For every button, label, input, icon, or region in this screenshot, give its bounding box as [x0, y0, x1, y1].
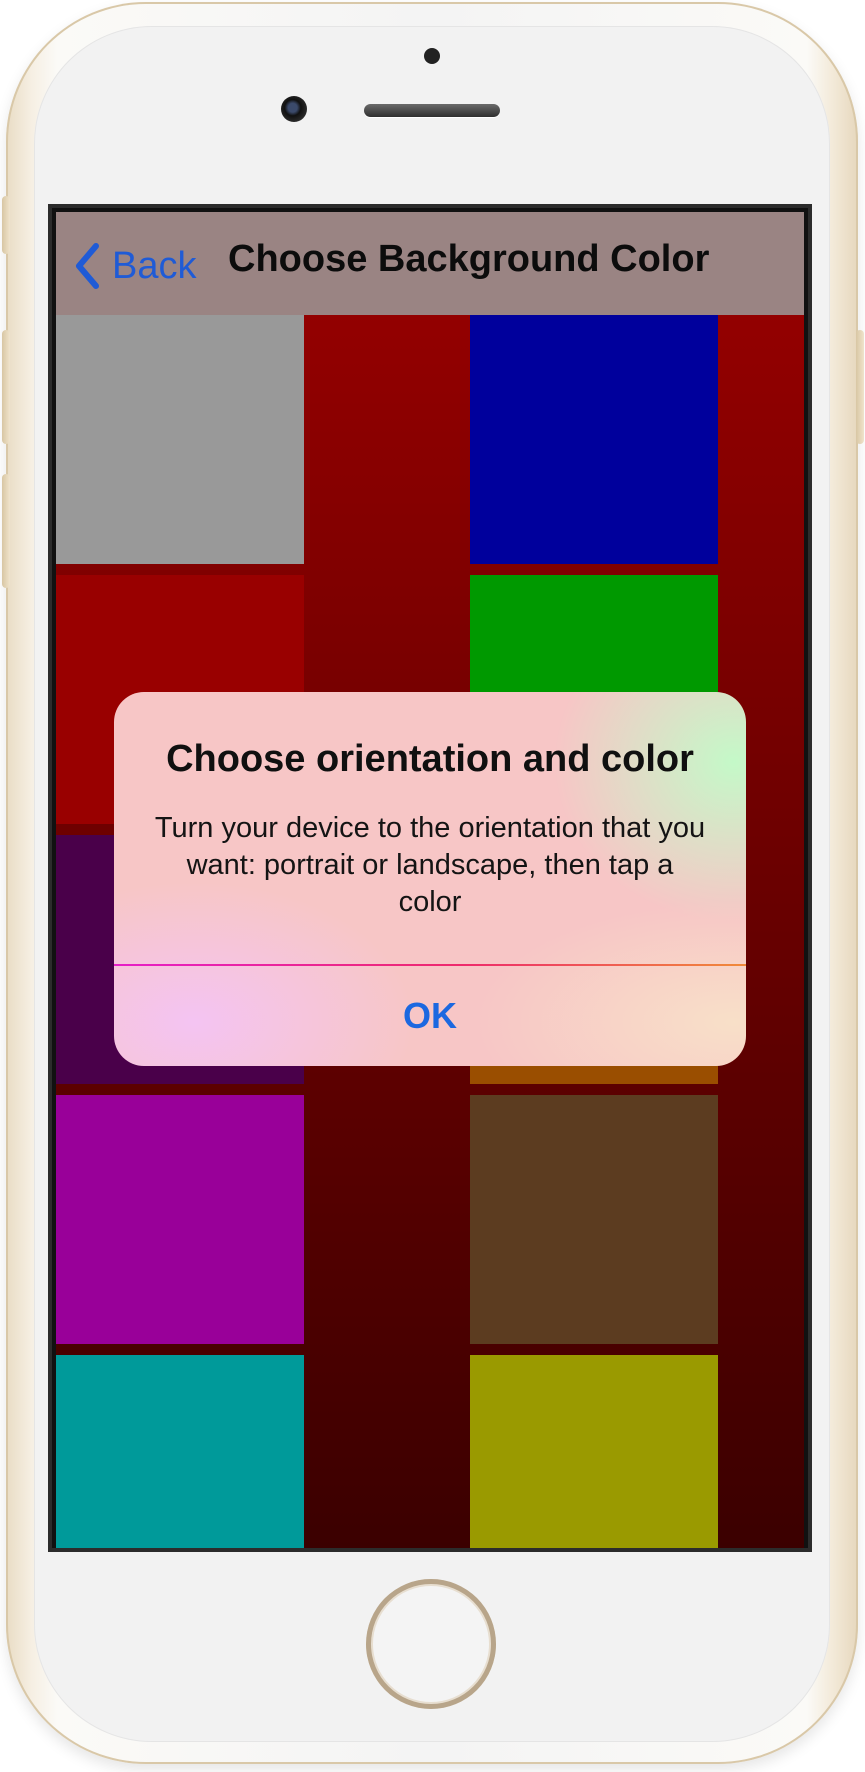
- ok-button[interactable]: OK: [114, 966, 746, 1066]
- volume-up-button: [2, 330, 10, 444]
- front-camera-icon: [281, 96, 307, 122]
- home-button[interactable]: [366, 1579, 496, 1709]
- power-button: [856, 330, 864, 444]
- volume-down-button: [2, 474, 10, 588]
- screen: Back Choose Background Color Choose orie…: [52, 208, 808, 1548]
- mute-switch: [2, 196, 10, 254]
- proximity-sensor: [424, 48, 440, 64]
- alert-title: Choose orientation and color: [166, 738, 694, 780]
- alert-dialog: Choose orientation and color Turn your d…: [114, 692, 746, 1066]
- earpiece-speaker: [364, 104, 500, 117]
- alert-message: Turn your device to the orientation that…: [154, 812, 706, 918]
